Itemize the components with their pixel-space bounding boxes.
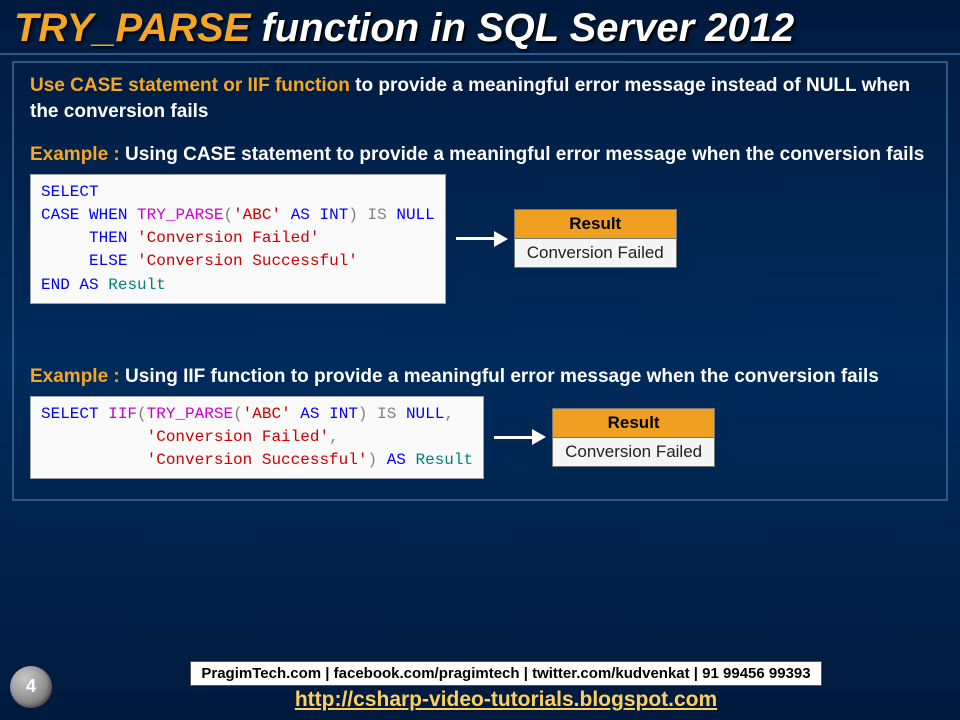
example2-result-table: Result Conversion Failed bbox=[552, 408, 715, 467]
footer: 4 PragimTech.com | facebook.com/pragimte… bbox=[0, 661, 960, 712]
example2-label: Example : Using IIF function to provide … bbox=[30, 364, 930, 390]
content-panel: Use CASE statement or IIF function to pr… bbox=[12, 61, 948, 501]
example1-label: Example : Using CASE statement to provid… bbox=[30, 142, 930, 168]
result-value: Conversion Failed bbox=[553, 437, 715, 466]
result-value: Conversion Failed bbox=[514, 239, 676, 268]
result-header: Result bbox=[514, 210, 676, 239]
example2-code: SELECT IIF(TRY_PARSE('ABC' AS INT) IS NU… bbox=[30, 396, 484, 480]
example2-label-hl: Example : bbox=[30, 366, 125, 387]
title-highlight: TRY_PARSE bbox=[14, 6, 261, 50]
example1-row: SELECT CASE WHEN TRY_PARSE('ABC' AS INT)… bbox=[30, 174, 930, 304]
blog-link[interactable]: http://csharp-video-tutorials.blogspot.c… bbox=[295, 688, 717, 712]
credits-box: PragimTech.com | facebook.com/pragimtech… bbox=[190, 661, 821, 686]
example1-label-rest: Using CASE statement to provide a meanin… bbox=[125, 144, 924, 165]
arrow-icon bbox=[456, 231, 508, 247]
intro-text: Use CASE statement or IIF function to pr… bbox=[30, 73, 930, 124]
example1-result-table: Result Conversion Failed bbox=[514, 209, 677, 268]
title-rest: function in SQL Server 2012 bbox=[261, 6, 794, 50]
result-header: Result bbox=[553, 408, 715, 437]
example2-label-rest: Using IIF function to provide a meaningf… bbox=[125, 366, 879, 387]
example1-label-hl: Example : bbox=[30, 144, 125, 165]
intro-highlight: Use CASE statement or IIF function bbox=[30, 75, 355, 96]
example2-row: SELECT IIF(TRY_PARSE('ABC' AS INT) IS NU… bbox=[30, 396, 930, 480]
slide-title: TRY_PARSE function in SQL Server 2012 bbox=[0, 0, 960, 55]
example1-code: SELECT CASE WHEN TRY_PARSE('ABC' AS INT)… bbox=[30, 174, 446, 304]
arrow-icon bbox=[494, 429, 546, 445]
page-number-badge: 4 bbox=[10, 666, 52, 708]
